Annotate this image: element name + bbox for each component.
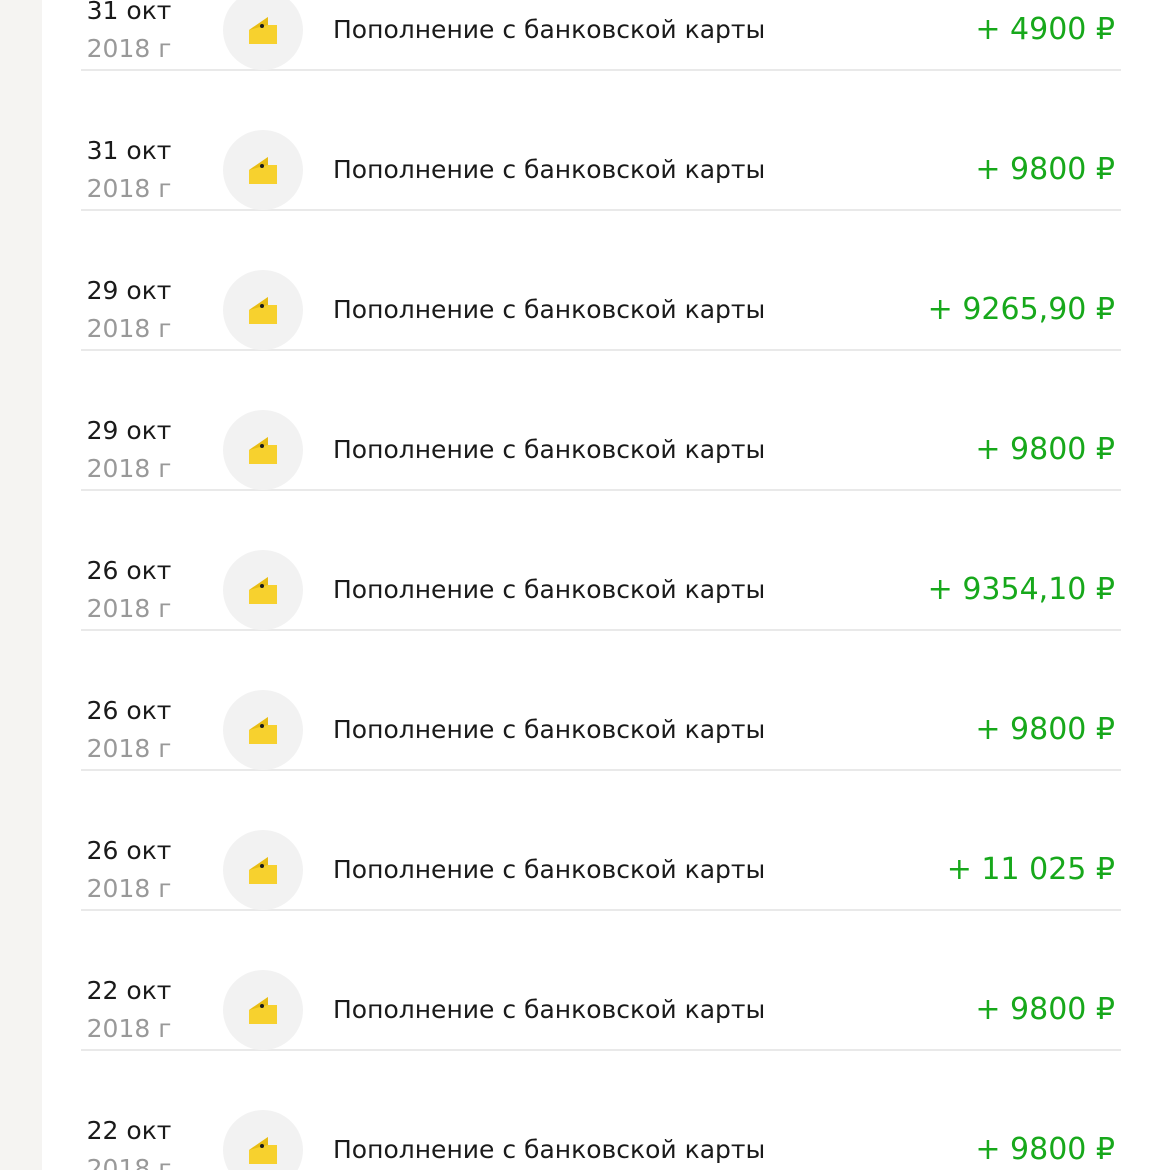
- transaction-icon-badge: [223, 830, 303, 910]
- transaction-date-year: 2018 г: [86, 874, 172, 903]
- transaction-row[interactable]: 26 окт 2018 г Пополнение с банковской карт…: [81, 771, 1121, 911]
- transaction-row[interactable]: 29 окт 2018 г Пополнение с банковской карт…: [81, 211, 1121, 351]
- transaction-date: 26 окт 2018 г: [81, 555, 177, 625]
- wallet-icon: [249, 17, 277, 44]
- transaction-date-day: 26 окт: [86, 836, 172, 865]
- transaction-date-year: 2018 г: [86, 1014, 172, 1043]
- transaction-icon-badge: [223, 550, 303, 630]
- wallet-icon: [249, 717, 277, 744]
- transaction-date-year: 2018 г: [86, 174, 172, 203]
- wallet-icon: [249, 577, 277, 604]
- transaction-title: Пополнение с банковской карты: [333, 715, 766, 744]
- transaction-title: Пополнение с банковской карты: [333, 995, 766, 1024]
- wallet-icon: [249, 297, 277, 324]
- transaction-row[interactable]: 29 окт 2018 г Пополнение с банковской карт…: [81, 351, 1121, 491]
- transaction-date-day: 22 окт: [86, 976, 172, 1005]
- transaction-date-day: 26 окт: [86, 556, 172, 585]
- transaction-title: Пополнение с банковской карты: [333, 155, 766, 184]
- transaction-date-day: 31 окт: [86, 136, 172, 165]
- transaction-date-year: 2018 г: [86, 454, 172, 483]
- transaction-date-year: 2018 г: [86, 1154, 172, 1170]
- transaction-title: Пополнение с банковской карты: [333, 575, 766, 604]
- transaction-row[interactable]: 22 окт 2018 г Пополнение с банковской карт…: [81, 911, 1121, 1051]
- transaction-amount: + 4900 ₽: [975, 12, 1115, 47]
- wallet-icon: [249, 437, 277, 464]
- transaction-date: 26 окт 2018 г: [81, 695, 177, 765]
- transaction-date: 31 окт 2018 г: [81, 135, 177, 205]
- transaction-date-day: 31 окт: [86, 0, 172, 25]
- transaction-amount: + 9800 ₽: [975, 152, 1115, 187]
- transaction-row[interactable]: 26 окт 2018 г Пополнение с банковской карт…: [81, 631, 1121, 771]
- transaction-amount: + 9265,90 ₽: [927, 292, 1115, 327]
- left-background-strip: [0, 0, 42, 1170]
- transaction-date-day: 29 окт: [86, 416, 172, 445]
- transactions-panel: 31 окт 2018 г Пополнение с банковской карт…: [42, 0, 1170, 1170]
- transaction-amount: + 9800 ₽: [975, 712, 1115, 747]
- transaction-date-day: 26 окт: [86, 696, 172, 725]
- transaction-row[interactable]: 31 окт 2018 г Пополнение с банковской карт…: [81, 71, 1121, 211]
- transaction-date-day: 22 окт: [86, 1116, 172, 1145]
- transaction-title: Пополнение с банковской карты: [333, 855, 766, 884]
- transaction-icon-badge: [223, 690, 303, 770]
- wallet-icon: [249, 857, 277, 884]
- transaction-row[interactable]: 31 окт 2018 г Пополнение с банковской карт…: [81, 0, 1121, 71]
- transaction-title: Пополнение с банковской карты: [333, 435, 766, 464]
- transaction-amount: + 9800 ₽: [975, 1132, 1115, 1167]
- transaction-date-year: 2018 г: [86, 314, 172, 343]
- transaction-date-year: 2018 г: [86, 34, 172, 63]
- transaction-date: 26 окт 2018 г: [81, 835, 177, 905]
- transaction-date: 29 окт 2018 г: [81, 275, 177, 345]
- transaction-icon-badge: [223, 0, 303, 70]
- transaction-date-year: 2018 г: [86, 594, 172, 623]
- transaction-amount: + 9800 ₽: [975, 992, 1115, 1027]
- transaction-icon-badge: [223, 130, 303, 210]
- transaction-date: 31 окт 2018 г: [81, 0, 177, 65]
- transaction-title: Пополнение с банковской карты: [333, 295, 766, 324]
- transaction-row[interactable]: 26 окт 2018 г Пополнение с банковской карт…: [81, 491, 1121, 631]
- transaction-list: 31 окт 2018 г Пополнение с банковской карт…: [81, 0, 1121, 1170]
- transaction-date: 22 окт 2018 г: [81, 975, 177, 1045]
- wallet-icon: [249, 1137, 277, 1164]
- transaction-date: 29 окт 2018 г: [81, 415, 177, 485]
- transaction-amount: + 9354,10 ₽: [927, 572, 1115, 607]
- transaction-date-year: 2018 г: [86, 734, 172, 763]
- transaction-title: Пополнение с банковской карты: [333, 1135, 766, 1164]
- wallet-icon: [249, 157, 277, 184]
- transaction-amount: + 9800 ₽: [975, 432, 1115, 467]
- wallet-icon: [249, 997, 277, 1024]
- transaction-date-day: 29 окт: [86, 276, 172, 305]
- transaction-amount: + 11 025 ₽: [946, 852, 1115, 887]
- transaction-icon-badge: [223, 270, 303, 350]
- transaction-row[interactable]: 22 окт 2018 г Пополнение с банковской карт…: [81, 1051, 1121, 1170]
- transaction-icon-badge: [223, 1110, 303, 1170]
- transaction-date: 22 окт 2018 г: [81, 1115, 177, 1170]
- transaction-icon-badge: [223, 970, 303, 1050]
- transaction-icon-badge: [223, 410, 303, 490]
- transaction-title: Пополнение с банковской карты: [333, 15, 766, 44]
